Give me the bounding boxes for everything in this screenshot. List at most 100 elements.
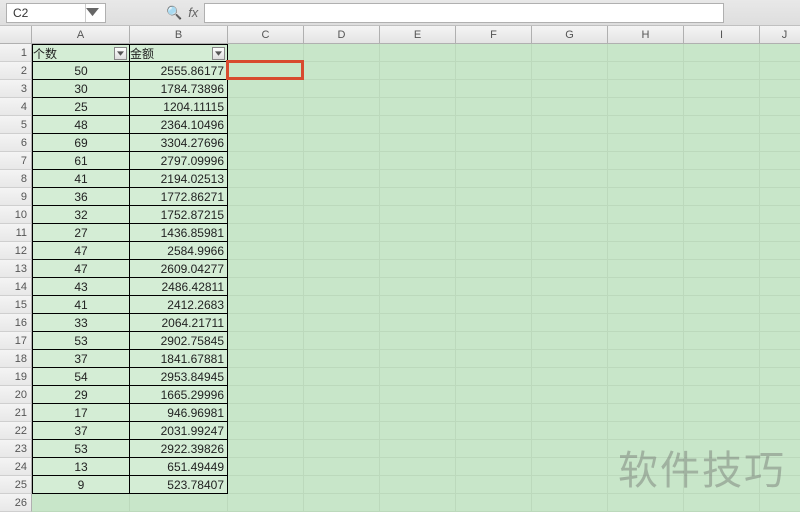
cell-A2[interactable]: 50 — [32, 62, 130, 80]
cell-A17[interactable]: 53 — [32, 332, 130, 350]
cell-E2[interactable] — [380, 62, 456, 80]
cell-D19[interactable] — [304, 368, 380, 386]
cell-C23[interactable] — [228, 440, 304, 458]
cell-C25[interactable] — [228, 476, 304, 494]
row-header-9[interactable]: 9 — [0, 188, 32, 206]
cell-F15[interactable] — [456, 296, 532, 314]
cell-D16[interactable] — [304, 314, 380, 332]
cell-F16[interactable] — [456, 314, 532, 332]
cell-F3[interactable] — [456, 80, 532, 98]
cell-H7[interactable] — [608, 152, 684, 170]
cell-G25[interactable] — [532, 476, 608, 494]
cell-I26[interactable] — [684, 494, 760, 512]
cell-B20[interactable]: 1665.29996 — [130, 386, 228, 404]
cell-H14[interactable] — [608, 278, 684, 296]
cell-F18[interactable] — [456, 350, 532, 368]
cell-I12[interactable] — [684, 242, 760, 260]
cell-E15[interactable] — [380, 296, 456, 314]
cell-D10[interactable] — [304, 206, 380, 224]
cell-H10[interactable] — [608, 206, 684, 224]
cell-B7[interactable]: 2797.09996 — [130, 152, 228, 170]
column-header-G[interactable]: G — [532, 26, 608, 44]
cell-F5[interactable] — [456, 116, 532, 134]
column-header-B[interactable]: B — [130, 26, 228, 44]
cell-B16[interactable]: 2064.21711 — [130, 314, 228, 332]
cell-A19[interactable]: 54 — [32, 368, 130, 386]
cell-I8[interactable] — [684, 170, 760, 188]
cell-F20[interactable] — [456, 386, 532, 404]
cell-J26[interactable] — [760, 494, 800, 512]
cell-A20[interactable]: 29 — [32, 386, 130, 404]
cell-D1[interactable] — [304, 44, 380, 62]
cell-G16[interactable] — [532, 314, 608, 332]
cell-B10[interactable]: 1752.87215 — [130, 206, 228, 224]
cell-A3[interactable]: 30 — [32, 80, 130, 98]
cell-J13[interactable] — [760, 260, 800, 278]
cell-F1[interactable] — [456, 44, 532, 62]
cell-A21[interactable]: 17 — [32, 404, 130, 422]
cell-B17[interactable]: 2902.75845 — [130, 332, 228, 350]
cell-B24[interactable]: 651.49449 — [130, 458, 228, 476]
cell-B1[interactable]: 金额 — [130, 44, 228, 62]
cell-J7[interactable] — [760, 152, 800, 170]
cell-H17[interactable] — [608, 332, 684, 350]
cell-G23[interactable] — [532, 440, 608, 458]
cell-E8[interactable] — [380, 170, 456, 188]
cell-I9[interactable] — [684, 188, 760, 206]
cell-J17[interactable] — [760, 332, 800, 350]
cell-C26[interactable] — [228, 494, 304, 512]
row-header-18[interactable]: 18 — [0, 350, 32, 368]
cell-C20[interactable] — [228, 386, 304, 404]
cell-F13[interactable] — [456, 260, 532, 278]
cell-G26[interactable] — [532, 494, 608, 512]
cell-I24[interactable] — [684, 458, 760, 476]
cell-B4[interactable]: 1204.11115 — [130, 98, 228, 116]
cell-B11[interactable]: 1436.85981 — [130, 224, 228, 242]
cell-C10[interactable] — [228, 206, 304, 224]
cell-C15[interactable] — [228, 296, 304, 314]
cell-A6[interactable]: 69 — [32, 134, 130, 152]
cell-D8[interactable] — [304, 170, 380, 188]
cell-D5[interactable] — [304, 116, 380, 134]
cell-E20[interactable] — [380, 386, 456, 404]
cell-J18[interactable] — [760, 350, 800, 368]
cell-F25[interactable] — [456, 476, 532, 494]
cell-J15[interactable] — [760, 296, 800, 314]
cell-E6[interactable] — [380, 134, 456, 152]
cell-G1[interactable] — [532, 44, 608, 62]
cell-H6[interactable] — [608, 134, 684, 152]
column-header-D[interactable]: D — [304, 26, 380, 44]
cell-C7[interactable] — [228, 152, 304, 170]
cell-A23[interactable]: 53 — [32, 440, 130, 458]
cell-A24[interactable]: 13 — [32, 458, 130, 476]
cell-D6[interactable] — [304, 134, 380, 152]
cell-E21[interactable] — [380, 404, 456, 422]
cell-F8[interactable] — [456, 170, 532, 188]
cell-H16[interactable] — [608, 314, 684, 332]
cell-H13[interactable] — [608, 260, 684, 278]
cell-D11[interactable] — [304, 224, 380, 242]
cell-H11[interactable] — [608, 224, 684, 242]
cell-H22[interactable] — [608, 422, 684, 440]
cell-B26[interactable] — [130, 494, 228, 512]
row-header-10[interactable]: 10 — [0, 206, 32, 224]
cell-D21[interactable] — [304, 404, 380, 422]
cell-J1[interactable] — [760, 44, 800, 62]
cell-I17[interactable] — [684, 332, 760, 350]
cell-A11[interactable]: 27 — [32, 224, 130, 242]
cell-I14[interactable] — [684, 278, 760, 296]
cell-B5[interactable]: 2364.10496 — [130, 116, 228, 134]
cell-D22[interactable] — [304, 422, 380, 440]
cell-E9[interactable] — [380, 188, 456, 206]
cell-B6[interactable]: 3304.27696 — [130, 134, 228, 152]
cell-G18[interactable] — [532, 350, 608, 368]
row-header-16[interactable]: 16 — [0, 314, 32, 332]
row-header-4[interactable]: 4 — [0, 98, 32, 116]
column-header-A[interactable]: A — [32, 26, 130, 44]
cell-C1[interactable] — [228, 44, 304, 62]
cell-H3[interactable] — [608, 80, 684, 98]
cell-E17[interactable] — [380, 332, 456, 350]
cell-G11[interactable] — [532, 224, 608, 242]
cell-J5[interactable] — [760, 116, 800, 134]
cell-G6[interactable] — [532, 134, 608, 152]
